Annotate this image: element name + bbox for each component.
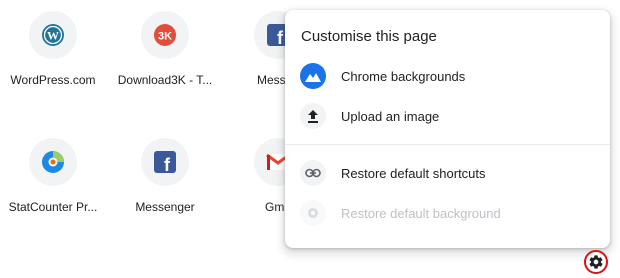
menu-title: Customise this page — [301, 28, 437, 45]
shortcut-wordpress[interactable]: W WordPress.com — [0, 1, 115, 111]
shortcut-messenger-2[interactable]: f Messenger — [103, 128, 227, 238]
wordpress-icon: W — [29, 11, 77, 59]
menu-item-chrome-backgrounds[interactable]: Chrome backgrounds — [285, 56, 610, 96]
shortcut-label: StatCounter Pr... — [8, 200, 98, 214]
upload-icon — [300, 103, 326, 129]
shortcut-label: Download3K - T... — [117, 73, 213, 87]
menu-divider — [285, 144, 610, 145]
menu-item-label: Upload an image — [341, 108, 440, 124]
gear-icon — [589, 255, 603, 269]
menu-item-label: Chrome backgrounds — [341, 68, 466, 84]
shortcut-download3k[interactable]: 3K Download3K - T... — [103, 1, 227, 111]
customise-menu: Customise this page Chrome backgrounds U… — [285, 10, 610, 248]
svg-text:f: f — [164, 155, 171, 173]
statcounter-icon — [29, 138, 77, 186]
svg-text:f: f — [277, 28, 284, 46]
menu-item-label: Restore default shortcuts — [341, 165, 486, 181]
menu-item-restore-shortcuts[interactable]: Restore default shortcuts — [285, 153, 610, 193]
restore-background-icon — [300, 200, 326, 226]
link-icon — [300, 160, 326, 186]
shortcut-label: Messenger — [135, 200, 195, 214]
shortcut-statcounter[interactable]: StatCounter Pr... — [0, 128, 115, 238]
facebook-icon: f — [141, 138, 189, 186]
menu-item-upload-image[interactable]: Upload an image — [285, 96, 610, 136]
menu-item-label: Restore default background — [341, 205, 501, 221]
svg-text:3K: 3K — [158, 31, 172, 43]
shortcut-label: WordPress.com — [10, 73, 96, 87]
customise-button[interactable] — [584, 250, 608, 274]
chrome-backgrounds-icon — [300, 63, 326, 89]
svg-text:W: W — [47, 29, 59, 43]
download3k-icon: 3K — [141, 11, 189, 59]
menu-item-restore-background: Restore default background — [285, 193, 610, 233]
